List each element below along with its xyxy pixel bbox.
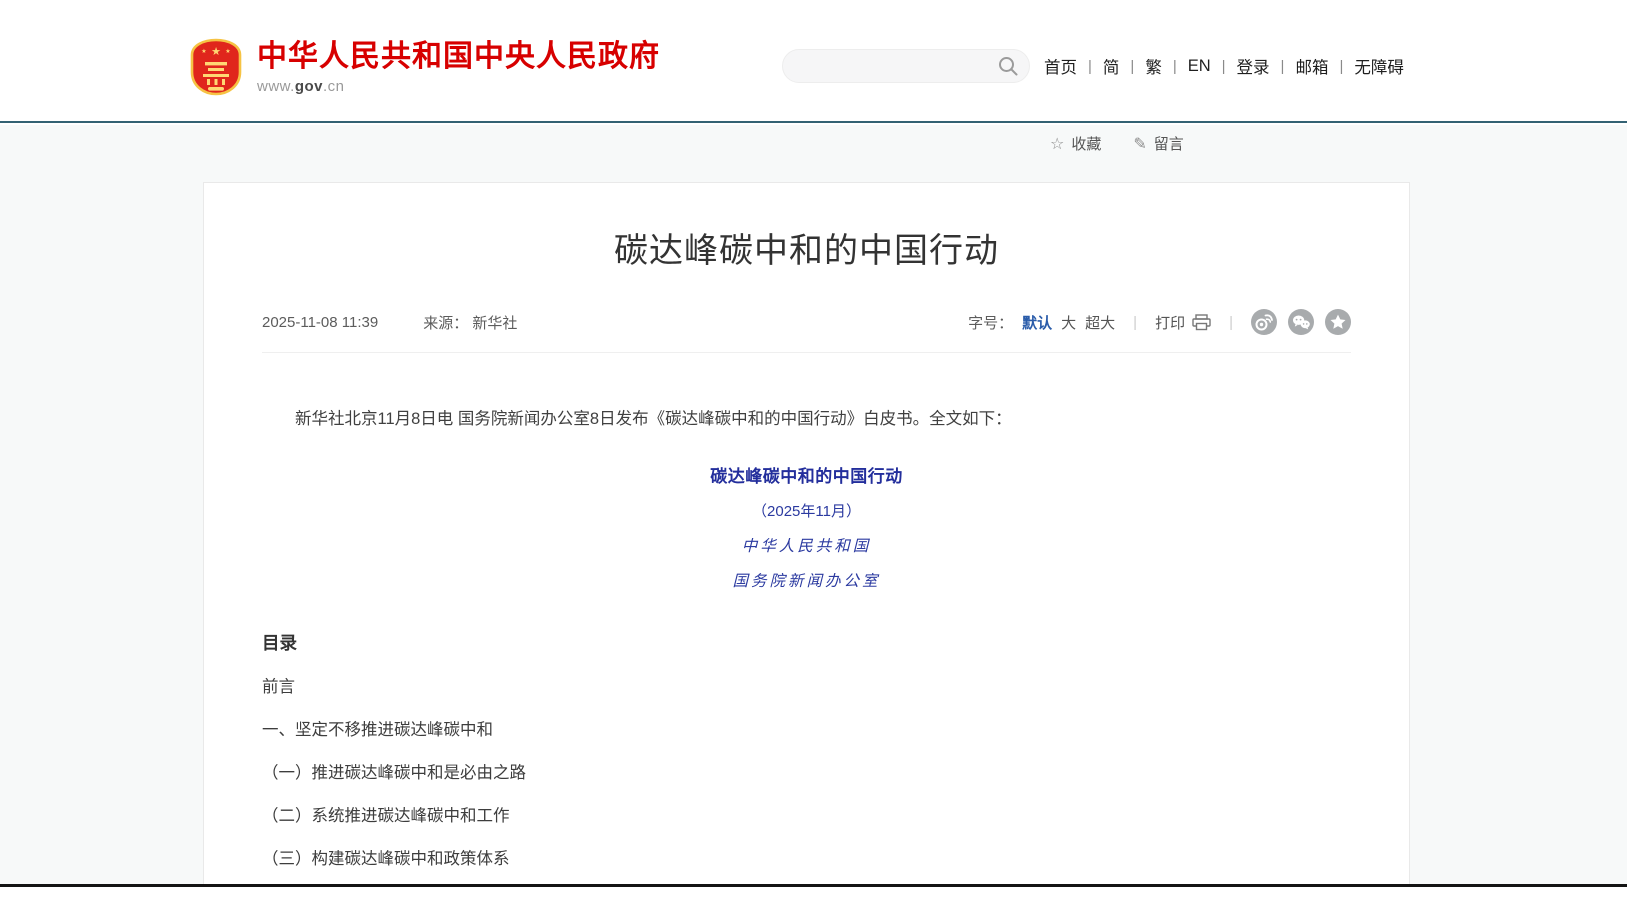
toc-title: 目录 — [262, 630, 1351, 655]
share-group — [1251, 309, 1351, 335]
nav-separator: | — [1222, 58, 1226, 75]
footer-divider — [0, 884, 1627, 887]
meta-left: 2025-11-08 11:39 来源： 新华社 — [262, 312, 517, 333]
favorite-share-icon[interactable] — [1325, 309, 1351, 335]
fontsize-label: 字号： — [968, 312, 1013, 333]
site-url: www.gov.cn — [257, 78, 660, 95]
source-name: 新华社 — [472, 315, 517, 332]
print-label: 打印 — [1155, 312, 1185, 333]
toc-item-preface: 前言 — [262, 676, 1351, 698]
nav-home[interactable]: 首页 — [1044, 54, 1077, 78]
nav-separator: | — [1281, 58, 1285, 75]
weibo-share-icon[interactable] — [1251, 309, 1277, 335]
wechat-share-icon[interactable] — [1288, 309, 1314, 335]
meta-right: 字号： 默认 大 超大 | 打印 | — [968, 309, 1351, 335]
site-title: 中华人民共和国中央人民政府 — [257, 40, 660, 73]
nav-mail[interactable]: 邮箱 — [1295, 54, 1328, 78]
favorite-label: 收藏 — [1071, 133, 1101, 154]
site-url-prefix: www. — [257, 78, 295, 95]
star-outline-icon: ☆ — [1050, 134, 1064, 154]
meta-separator: | — [1229, 314, 1233, 331]
pen-icon: ✎ — [1133, 134, 1146, 154]
site-brand[interactable]: ★ ★ ★ 中华人民共和国中央人民政府 www.gov.cn — [190, 38, 660, 96]
printer-icon — [1192, 314, 1211, 331]
article-meta-row: 2025-11-08 11:39 来源： 新华社 字号： 默认 大 超大 | 打… — [262, 309, 1351, 353]
doc-org-country: 中华人民共和国 — [262, 534, 1351, 556]
article-panel: 碳达峰碳中和的中国行动 2025-11-08 11:39 来源： 新华社 字号：… — [203, 182, 1410, 887]
article-title: 碳达峰碳中和的中国行动 — [262, 223, 1351, 272]
doc-date: （2025年11月） — [262, 500, 1351, 521]
nav-simplified[interactable]: 简 — [1103, 54, 1120, 78]
print-button[interactable]: 打印 — [1155, 312, 1211, 333]
page-body: ☆ 收藏 ✎ 留言 碳达峰碳中和的中国行动 2025-11-08 11:39 来… — [0, 125, 1627, 887]
doc-title: 碳达峰碳中和的中国行动 — [262, 462, 1351, 487]
national-emblem-logo: ★ ★ ★ — [190, 38, 242, 96]
svg-text:★: ★ — [201, 48, 206, 55]
fontsize-xlarge[interactable]: 超大 — [1085, 312, 1115, 333]
comment-label: 留言 — [1154, 133, 1184, 154]
meta-separator: | — [1133, 314, 1137, 331]
favorite-link[interactable]: ☆ 收藏 — [1050, 133, 1101, 154]
search-box — [782, 49, 1030, 83]
nav-login[interactable]: 登录 — [1237, 54, 1270, 78]
doc-org-office: 国务院新闻办公室 — [262, 569, 1351, 591]
intro-paragraph: 新华社北京11月8日电 国务院新闻办公室8日发布《碳达峰碳中和的中国行动》白皮书… — [262, 407, 1351, 433]
site-header: ★ ★ ★ 中华人民共和国中央人民政府 www.gov.cn — [0, 0, 1627, 123]
fontsize-default[interactable]: 默认 — [1022, 312, 1052, 333]
nav-separator: | — [1339, 58, 1343, 75]
nav-accessibility[interactable]: 无障碍 — [1354, 54, 1404, 78]
gov-cn-article-page: ★ ★ ★ 中华人民共和国中央人民政府 www.gov.cn — [0, 0, 1627, 915]
source-label: 来源： — [423, 315, 468, 332]
source: 来源： 新华社 — [423, 312, 517, 333]
nav-english[interactable]: EN — [1188, 57, 1211, 76]
toc-item-1-2: （二）系统推进碳达峰碳中和工作 — [262, 805, 1351, 827]
site-url-suffix: .cn — [323, 78, 345, 95]
site-url-gov: gov — [295, 78, 323, 95]
nav-separator: | — [1173, 58, 1177, 75]
search-icon[interactable] — [997, 55, 1019, 77]
toc-item-1-3: （三）构建碳达峰碳中和政策体系 — [262, 848, 1351, 870]
nav-separator: | — [1130, 58, 1134, 75]
fontsize-large[interactable]: 大 — [1061, 312, 1076, 333]
svg-text:★: ★ — [225, 48, 230, 55]
toc-item-1-1: （一）推进碳达峰碳中和是必由之路 — [262, 762, 1351, 784]
top-nav: 首页 | 简 | 繁 | EN | 登录 | 邮箱 | 无障碍 — [1044, 54, 1404, 78]
svg-text:★: ★ — [211, 46, 221, 58]
brand-text: 中华人民共和国中央人民政府 www.gov.cn — [257, 40, 660, 95]
nav-traditional[interactable]: 繁 — [1145, 54, 1162, 78]
publish-date: 2025-11-08 11:39 — [262, 314, 378, 331]
quick-actions: ☆ 收藏 ✎ 留言 — [1050, 133, 1184, 154]
comment-link[interactable]: ✎ 留言 — [1133, 133, 1183, 154]
nav-separator: | — [1088, 58, 1092, 75]
search-input[interactable] — [783, 50, 1029, 82]
toc-item-1: 一、坚定不移推进碳达峰碳中和 — [262, 719, 1351, 741]
